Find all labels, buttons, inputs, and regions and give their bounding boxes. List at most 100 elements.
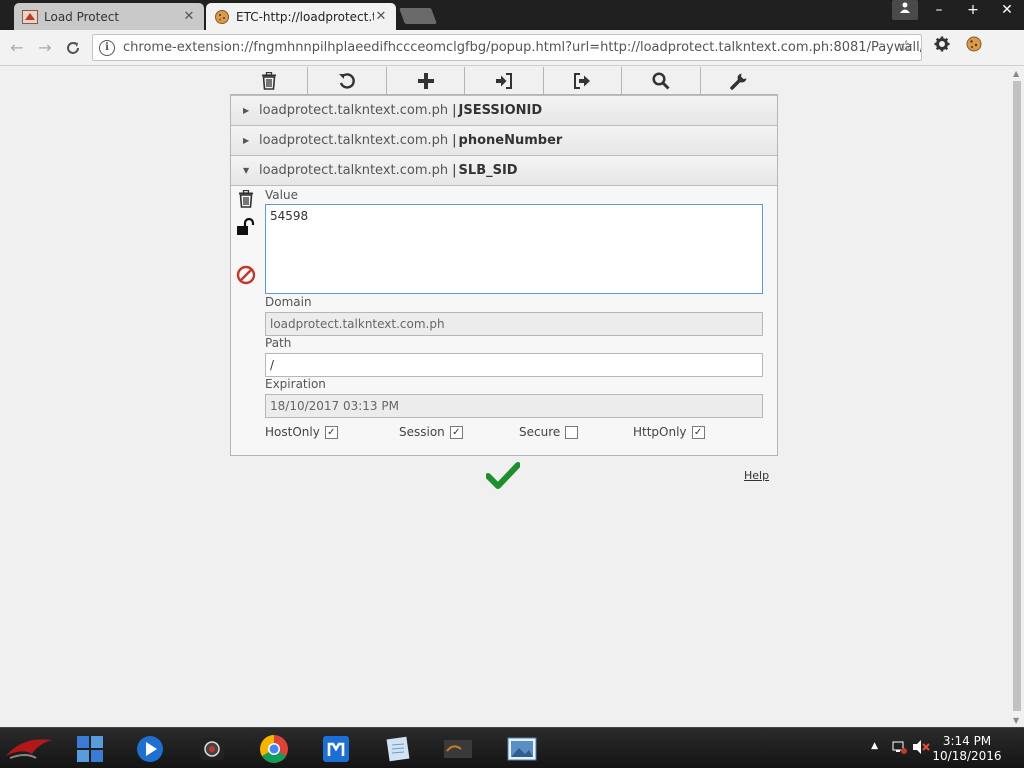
scroll-down-icon[interactable]: ▼ — [1013, 716, 1019, 725]
network-icon[interactable] — [892, 739, 908, 758]
delete-cookie-button[interactable] — [235, 188, 257, 210]
import-button[interactable] — [465, 67, 544, 95]
tab-close-icon[interactable]: ✕ — [182, 9, 196, 24]
tab-etc-popup[interactable]: ETC-http://loadprotect.ta ✕ — [206, 3, 396, 30]
bookmark-star-icon[interactable]: ☆ — [899, 36, 913, 55]
photo-icon — [507, 737, 537, 761]
cookie-name: phoneNumber — [458, 133, 563, 148]
load-protect-favicon-icon — [22, 9, 38, 25]
expiration-field[interactable]: 18/10/2017 03:13 PM — [265, 394, 763, 418]
cookie-name: SLB_SID — [458, 163, 518, 178]
plus-icon — [417, 72, 434, 89]
taskbar-clock[interactable]: 3:14 PM 10/18/2016 — [932, 734, 1002, 764]
hostonly-checkbox[interactable]: ✓ — [324, 425, 338, 439]
new-tab-button[interactable] — [399, 8, 437, 24]
cookie-row-phonenumber[interactable]: ▶ loadprotect.talkntext.com.ph | phoneNu… — [231, 125, 777, 155]
hostonly-flag[interactable]: HostOnly ✓ — [265, 425, 338, 439]
domain-label: Domain — [265, 295, 312, 309]
address-text: chrome-extension://fngmhnnpilhplaeedifhc… — [123, 40, 922, 55]
tab-load-protect[interactable]: Load Protect ✕ — [14, 3, 204, 30]
taskbar-notes[interactable] — [372, 731, 424, 767]
expiration-label: Expiration — [265, 377, 326, 391]
reset-button[interactable] — [308, 67, 387, 95]
taskbar-chrome[interactable] — [248, 731, 300, 767]
vertical-scrollbar[interactable]: ▲ ▼ — [1010, 67, 1024, 727]
user-profile-icon[interactable] — [892, 0, 918, 20]
tray-expand-icon[interactable]: ▲ — [871, 741, 878, 751]
cookie-separator: | — [452, 133, 457, 148]
path-field[interactable]: / — [265, 353, 763, 377]
secure-checkbox[interactable] — [565, 425, 579, 439]
site-info-icon[interactable]: i — [99, 39, 115, 56]
add-cookie-button[interactable] — [386, 67, 466, 95]
options-button[interactable] — [700, 67, 778, 95]
taskbar-task-view[interactable] — [64, 731, 116, 767]
taskbar-camera[interactable] — [186, 731, 238, 767]
taskbar-photos[interactable] — [496, 731, 548, 767]
cookie-separator: | — [452, 163, 457, 178]
httponly-flag[interactable]: HttpOnly ✓ — [633, 425, 705, 439]
cookie-domain: loadprotect.talkntext.com.ph — [259, 163, 449, 178]
cookie-row-slb-sid[interactable]: ▼ loadprotect.talkntext.com.ph | SLB_SID — [231, 155, 777, 185]
maximize-icon[interactable]: + — [956, 0, 990, 20]
clock-time: 3:14 PM — [942, 734, 992, 748]
checkmark-icon — [485, 462, 521, 489]
expand-arrow-icon[interactable]: ▶ — [243, 136, 253, 145]
chrome-icon — [260, 735, 288, 763]
browser-toolbar: ← → i chrome-extension://fngmhnnpilhplae… — [0, 30, 1024, 66]
notepad-icon — [386, 736, 410, 762]
scroll-up-icon[interactable]: ▲ — [1013, 69, 1019, 78]
domain-field[interactable]: loadprotect.talkntext.com.ph — [265, 312, 763, 336]
help-link[interactable]: Help — [744, 469, 769, 482]
unlock-icon — [237, 218, 255, 235]
hostonly-label: HostOnly — [265, 425, 320, 439]
wrench-icon — [730, 73, 747, 90]
undo-icon — [339, 72, 355, 89]
tab-close-icon[interactable]: ✕ — [374, 9, 388, 24]
export-icon — [574, 72, 591, 89]
cookie-name: JSESSIONID — [458, 103, 543, 118]
path-label: Path — [265, 336, 292, 350]
block-cookie-button[interactable] — [235, 264, 257, 286]
submit-button[interactable] — [485, 461, 521, 492]
start-button[interactable] — [2, 730, 58, 767]
expand-arrow-icon[interactable]: ▶ — [243, 106, 253, 115]
export-button[interactable] — [543, 67, 623, 95]
clock-date: 10/18/2016 — [932, 749, 1002, 763]
back-icon[interactable]: ← — [6, 37, 28, 59]
camera-icon — [200, 738, 224, 760]
session-label: Session — [399, 425, 445, 439]
collapse-arrow-icon[interactable]: ▼ — [243, 166, 253, 175]
cookie-extension-icon[interactable] — [966, 36, 982, 56]
cookie-domain: loadprotect.talkntext.com.ph — [259, 133, 449, 148]
taskbar-app[interactable] — [432, 731, 484, 767]
volume-muted-icon[interactable] — [912, 739, 930, 758]
protect-cookie-button[interactable] — [235, 216, 257, 238]
httponly-checkbox[interactable]: ✓ — [691, 425, 705, 439]
session-checkbox[interactable]: ✓ — [449, 425, 463, 439]
close-window-icon[interactable]: ✕ — [990, 0, 1024, 20]
cookie-row-jsessionid[interactable]: ▶ loadprotect.talkntext.com.ph | JSESSIO… — [231, 95, 777, 125]
tab-label: Load Protect — [44, 9, 120, 24]
windows-tiles-icon — [77, 736, 103, 762]
window-controls: – + ✕ — [892, 0, 1024, 22]
reload-icon[interactable] — [62, 37, 84, 59]
forward-icon[interactable]: → — [34, 37, 56, 59]
scrollbar-thumb[interactable] — [1013, 81, 1021, 711]
minimize-icon[interactable]: – — [922, 0, 956, 20]
secure-flag[interactable]: Secure — [519, 425, 579, 439]
block-icon — [236, 265, 256, 285]
tab-label: ETC-http://loadprotect.ta — [236, 9, 374, 24]
session-flag[interactable]: Session ✓ — [399, 425, 463, 439]
settings-gear-icon[interactable] — [934, 36, 950, 56]
value-textarea[interactable]: 54598 — [265, 204, 763, 294]
cookie-toolbar — [230, 67, 778, 95]
taskbar-media-player[interactable] — [124, 731, 176, 767]
browser-titlebar: Load Protect ✕ ETC-http://loadprotect.ta… — [0, 0, 1024, 30]
delete-all-button[interactable] — [230, 67, 309, 95]
play-icon — [137, 736, 163, 762]
taskbar-maxthon[interactable] — [310, 731, 362, 767]
cookie-favicon-icon — [214, 9, 230, 25]
address-bar[interactable]: i chrome-extension://fngmhnnpilhplaeedif… — [92, 34, 922, 61]
search-button[interactable] — [622, 67, 701, 95]
